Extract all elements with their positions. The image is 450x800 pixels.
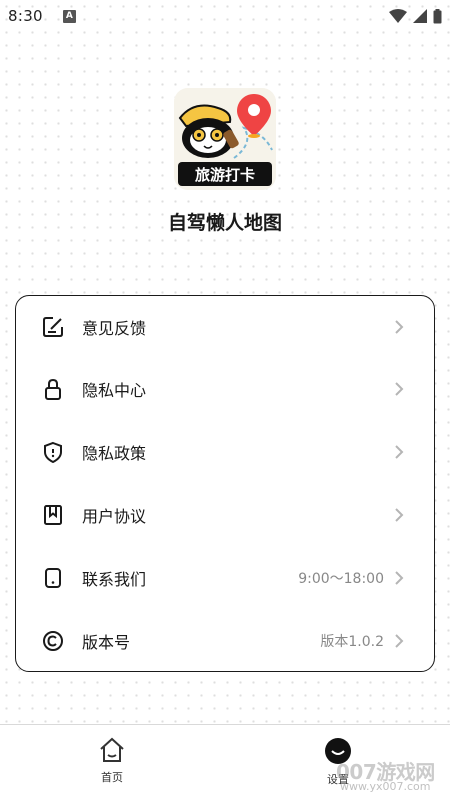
- menu-item-privacy-center[interactable]: 隐私中心: [16, 359, 434, 419]
- menu-item-contact-us[interactable]: 联系我们 9:00～18:00: [16, 548, 434, 608]
- shield-icon: [42, 441, 64, 463]
- status-time: 8:30: [8, 7, 43, 25]
- tab-label-home: 首页: [101, 771, 123, 784]
- lock-icon: [42, 378, 64, 400]
- menu-label-privacy-policy: 隐私政策: [82, 444, 147, 463]
- home-icon: [100, 737, 124, 762]
- tab-home[interactable]: 首页: [72, 737, 152, 785]
- menu-label-privacy-center: 隐私中心: [82, 381, 147, 400]
- settings-screen: 8:30 A 旅游打卡 自驾懒人地图 意见反馈 隐私中心 隐私政策 用户协议 联…: [0, 0, 450, 800]
- version-value: 版本1.0.2: [320, 634, 384, 650]
- watermark-url: www.yx007.com: [340, 780, 431, 793]
- notification-a-icon: A: [62, 9, 76, 23]
- wifi-icon: [389, 9, 407, 23]
- menu-label-user-agreement: 用户协议: [82, 507, 147, 526]
- logo-text: 旅游打卡: [195, 166, 255, 184]
- edit-icon: [42, 316, 64, 338]
- copyright-icon: [42, 630, 64, 652]
- chevron-right-icon: [394, 380, 408, 398]
- chevron-right-icon: [394, 506, 408, 524]
- status-bar: 8:30 A: [0, 0, 450, 32]
- signal-icon: [413, 9, 427, 23]
- battery-icon: [433, 8, 442, 23]
- status-right: [389, 8, 442, 24]
- contact-hours: 9:00～18:00: [298, 571, 384, 587]
- settings-menu: 意见反馈 隐私中心 隐私政策 用户协议 联系我们 9:00～18:00 版本号 …: [15, 295, 435, 672]
- menu-item-user-agreement[interactable]: 用户协议: [16, 485, 434, 545]
- app-logo-image: 旅游打卡: [174, 88, 276, 190]
- menu-label-contact-us: 联系我们: [82, 570, 147, 589]
- app-logo: 旅游打卡: [174, 88, 276, 190]
- chevron-right-icon: [394, 318, 408, 336]
- menu-item-privacy-policy[interactable]: 隐私政策: [16, 422, 434, 482]
- chevron-right-icon: [394, 443, 408, 461]
- menu-label-version: 版本号: [82, 633, 131, 652]
- menu-item-feedback[interactable]: 意见反馈: [16, 297, 434, 357]
- chevron-right-icon: [394, 569, 408, 587]
- chevron-right-icon: [394, 632, 408, 650]
- menu-label-feedback: 意见反馈: [82, 319, 147, 338]
- app-name: 自驾懒人地图: [167, 212, 282, 234]
- phone-icon: [42, 567, 64, 589]
- menu-item-version[interactable]: 版本号 版本1.0.2: [16, 611, 434, 671]
- bookmark-icon: [42, 504, 64, 526]
